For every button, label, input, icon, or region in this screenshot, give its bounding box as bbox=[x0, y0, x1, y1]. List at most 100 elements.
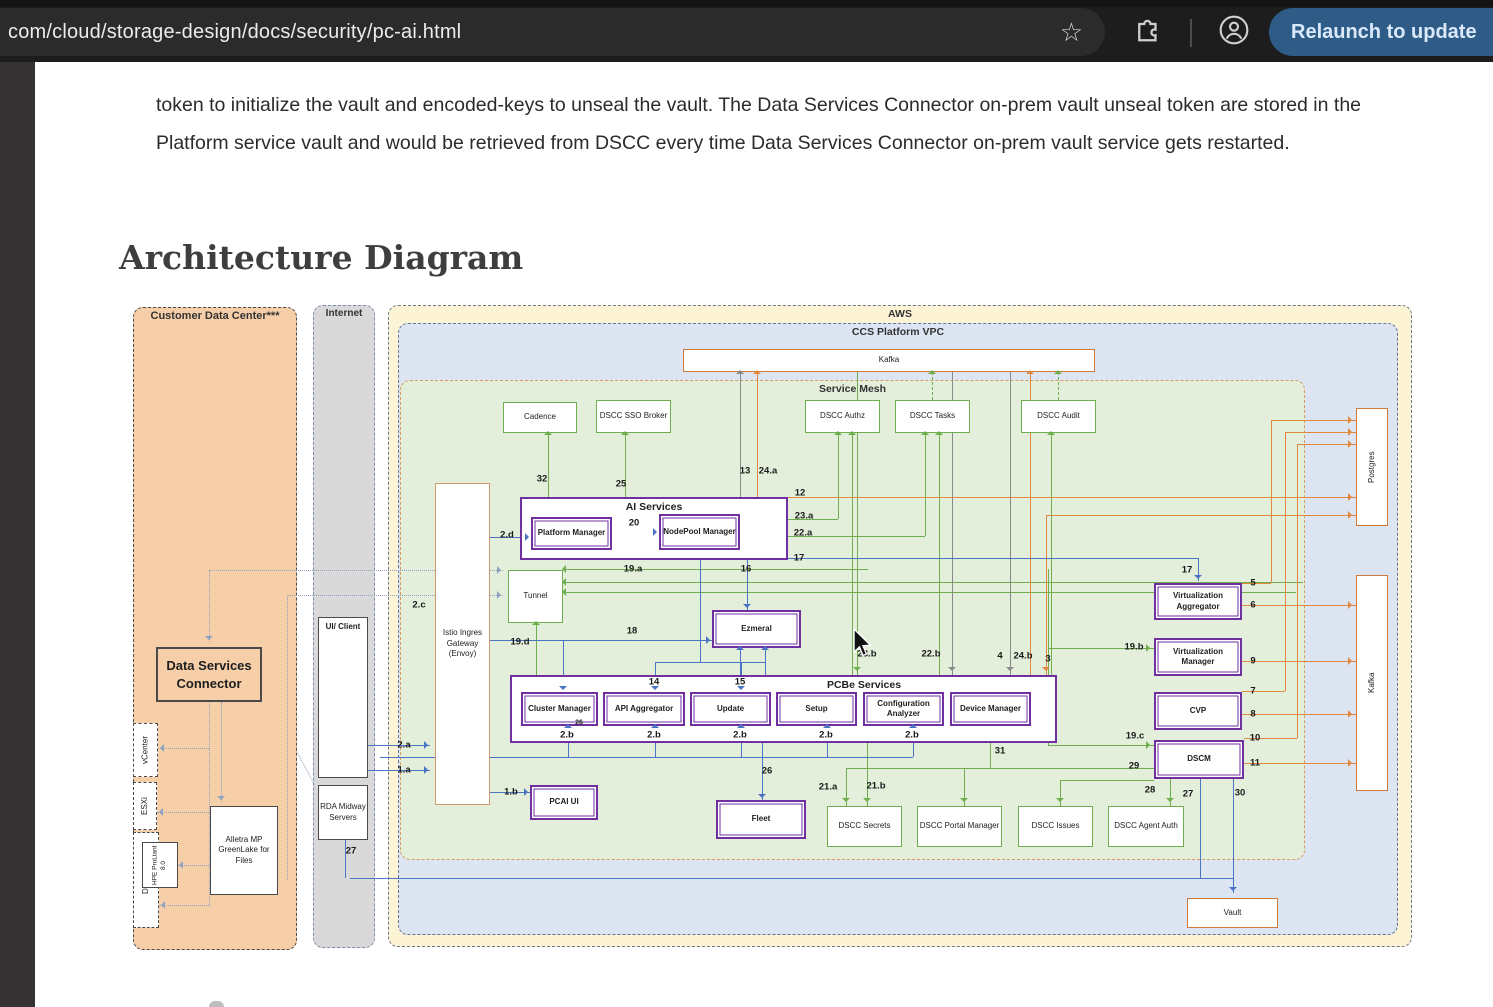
edge-label: 6 bbox=[1250, 600, 1255, 611]
connector-line bbox=[964, 768, 1154, 769]
connector-line bbox=[1297, 444, 1298, 738]
region-label: CCS Platform VPC bbox=[852, 326, 944, 338]
region-label: Internet bbox=[326, 308, 363, 319]
node-dscm: DSCM bbox=[1154, 740, 1244, 779]
profile-icon[interactable] bbox=[1218, 14, 1250, 46]
connector-line bbox=[1242, 583, 1271, 584]
connector-line bbox=[1271, 420, 1356, 421]
connector-line bbox=[158, 748, 209, 749]
arrowhead bbox=[935, 427, 943, 435]
arrowhead bbox=[1348, 657, 1356, 665]
arrowhead bbox=[736, 366, 744, 374]
node-cluster-mgr: Cluster Manager bbox=[521, 692, 598, 726]
arrowhead bbox=[621, 427, 629, 435]
edge-label: 30 bbox=[1235, 788, 1246, 799]
arrowhead bbox=[532, 617, 540, 625]
node-vault: Vault bbox=[1187, 898, 1278, 928]
node-secrets: DSCC Secrets bbox=[827, 806, 902, 847]
edge-label: 22.a bbox=[794, 528, 813, 539]
edge-label: 10 bbox=[1250, 733, 1261, 744]
node-ezmeral: Ezmeral bbox=[712, 610, 801, 648]
connector-line bbox=[788, 558, 1198, 559]
connector-line bbox=[1242, 714, 1356, 715]
connector-line bbox=[655, 662, 765, 663]
connector-line bbox=[765, 648, 766, 675]
arrowhead bbox=[909, 720, 917, 728]
node-setup: Setup bbox=[776, 692, 857, 726]
page-title: Architecture Diagram bbox=[119, 238, 523, 277]
node-hpe: HPE ProLiant 8.0 bbox=[142, 842, 178, 888]
arrowhead bbox=[525, 533, 533, 541]
arrowhead bbox=[1348, 416, 1356, 424]
node-pcai-ui: PCAI UI bbox=[530, 785, 598, 820]
connector-line bbox=[939, 433, 940, 675]
edge-label: 19.c bbox=[1126, 731, 1145, 742]
edge-label: 23.a bbox=[795, 511, 814, 522]
node-sso: DSCC SSO Broker bbox=[596, 400, 671, 433]
region-label: Service Mesh bbox=[819, 383, 886, 395]
arrowhead bbox=[424, 741, 432, 749]
connector-line bbox=[925, 433, 926, 536]
connector-line bbox=[1200, 779, 1201, 878]
address-bar[interactable]: com/cloud/storage-design/docs/security/p… bbox=[0, 8, 1105, 56]
extensions-icon[interactable] bbox=[1133, 14, 1163, 44]
bookmark-star-icon[interactable]: ☆ bbox=[1060, 15, 1083, 49]
arrowhead bbox=[1348, 601, 1356, 609]
node-agent-auth: DSCC Agent Auth bbox=[1108, 806, 1184, 847]
arrowhead bbox=[558, 578, 566, 586]
arrowhead bbox=[761, 642, 769, 650]
node-postgres: Postgres bbox=[1356, 408, 1388, 526]
node-vcenter: vCenter bbox=[133, 723, 158, 777]
arrowhead bbox=[853, 667, 861, 675]
edge-label: 15 bbox=[735, 677, 746, 688]
edge-label: 13 bbox=[740, 466, 751, 477]
arrowhead bbox=[497, 566, 505, 574]
connector-line bbox=[1046, 515, 1047, 675]
edge-label: 21.b bbox=[866, 781, 885, 792]
arrowhead bbox=[651, 720, 659, 728]
relaunch-to-update-button[interactable]: Relaunch to update bbox=[1269, 8, 1493, 56]
edge-label: 32 bbox=[537, 474, 548, 485]
arrowhead bbox=[1026, 366, 1034, 374]
connector-line bbox=[1058, 372, 1059, 400]
connector-line bbox=[221, 702, 222, 802]
connector-line bbox=[287, 595, 288, 880]
edge-label: 17 bbox=[794, 553, 805, 564]
arrowhead bbox=[653, 528, 661, 536]
arrowhead bbox=[834, 427, 842, 435]
connector-line bbox=[1046, 515, 1356, 516]
connector-line bbox=[757, 372, 758, 497]
node-api-agg: API Aggregator bbox=[603, 692, 685, 726]
edge-label: 2.b bbox=[733, 730, 747, 741]
arrowhead bbox=[848, 427, 856, 435]
connector-line bbox=[548, 433, 549, 497]
arrowhead bbox=[1146, 644, 1154, 652]
arrowhead bbox=[753, 366, 761, 374]
arrowhead bbox=[921, 427, 929, 435]
arrowhead bbox=[960, 798, 968, 806]
edge-label: 26 bbox=[575, 720, 583, 727]
connector-line bbox=[1242, 691, 1285, 692]
edge-label: 24.a bbox=[759, 466, 778, 477]
arrowhead bbox=[157, 901, 165, 909]
connector-line bbox=[1271, 420, 1272, 583]
arrowhead bbox=[544, 427, 552, 435]
arrowhead bbox=[564, 720, 572, 728]
arrowhead bbox=[758, 794, 766, 802]
connector-line bbox=[1010, 372, 1011, 675]
arrowhead bbox=[156, 744, 164, 752]
arrowhead bbox=[559, 686, 567, 694]
connector-line bbox=[990, 743, 991, 768]
arrowhead bbox=[743, 604, 751, 612]
edge-label: 14 bbox=[649, 677, 660, 688]
sidebar-edge bbox=[0, 62, 35, 1007]
connector-line bbox=[1285, 432, 1356, 433]
arrowhead bbox=[1348, 759, 1356, 767]
url-text[interactable]: com/cloud/storage-design/docs/security/p… bbox=[8, 21, 461, 44]
arrowhead bbox=[1194, 575, 1202, 583]
edge-label: 2.b bbox=[905, 730, 919, 741]
arrowhead bbox=[1348, 440, 1356, 448]
connector-line bbox=[740, 372, 741, 497]
edge-label: 19.b bbox=[1124, 642, 1143, 653]
arrowhead bbox=[205, 636, 213, 644]
